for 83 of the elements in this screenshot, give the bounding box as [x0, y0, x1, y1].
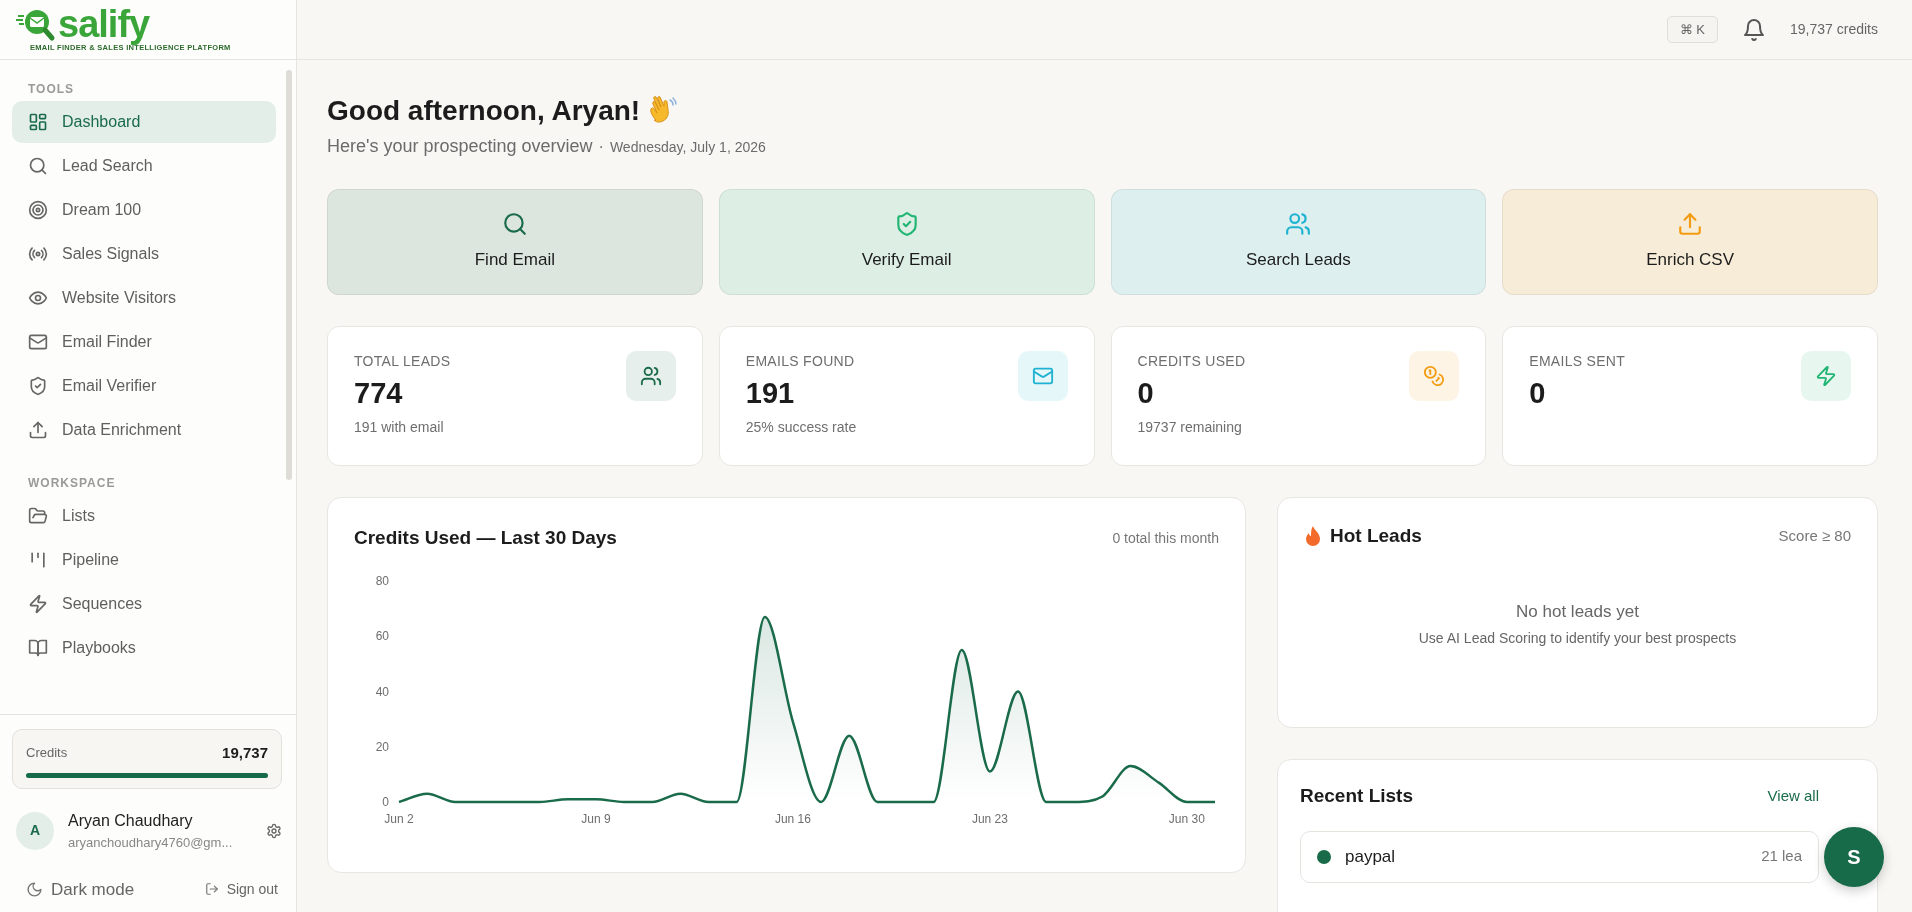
sidebar-item[interactable]: Data Enrichment [12, 408, 276, 452]
sidebar-item[interactable]: Playbooks [12, 626, 276, 670]
subtitle: Here's your prospecting overview [327, 135, 593, 158]
stat-label: EMAILS FOUND [745, 352, 856, 371]
stat-label: CREDITS USED [1137, 352, 1246, 371]
quick-action-card[interactable]: Verify Email [718, 189, 1095, 295]
sign-out-button[interactable]: Sign out [204, 878, 278, 900]
date-label: Wednesday, July 1, 2026 [609, 138, 766, 157]
user-name: Aryan Chaudhary [68, 811, 194, 831]
shortcut-key[interactable]: ⌘ K [1666, 15, 1719, 44]
columns-icon [28, 550, 48, 570]
upload-icon [28, 420, 48, 440]
y-tick-label: 0 [382, 794, 389, 809]
target-icon [28, 200, 48, 220]
lead-count: 21 lea [1761, 846, 1802, 867]
sidebar-item[interactable]: Sequences [12, 582, 276, 626]
waving-hand-icon [648, 96, 679, 126]
credits-value: 19,737 [222, 742, 268, 763]
sidebar-item[interactable]: Dashboard [12, 101, 276, 143]
signal-icon [28, 244, 48, 264]
stat-value: 774 [354, 376, 404, 411]
section-label: WORKSPACE [27, 475, 117, 492]
stat-value: 191 [745, 376, 796, 411]
section-label: TOOLS [27, 81, 76, 98]
credits-label: Credits [26, 744, 68, 762]
view-all-link[interactable]: View all [1767, 785, 1819, 808]
stat-value: 0 [1137, 376, 1155, 411]
stat-note: 191 with email [354, 417, 445, 437]
search-icon [28, 156, 48, 176]
x-tick-label: Jun 30 [1168, 811, 1205, 826]
separator: · [598, 137, 604, 157]
sidebar-item[interactable]: Dream 100 [12, 188, 276, 232]
quick-action-card[interactable]: Enrich CSV [1502, 189, 1878, 295]
chart-summary: 0 total this month [1112, 528, 1219, 548]
quick-action-card[interactable]: Find Email [327, 189, 703, 295]
shield-check-icon [28, 376, 48, 396]
quick-action-card[interactable]: Search Leads [1110, 189, 1487, 295]
user-email: aryanchoudhary4760@gm... [68, 834, 234, 852]
stat-value: 0 [1529, 376, 1547, 411]
sign-out-icon [204, 882, 219, 897]
lightning-icon [28, 594, 48, 614]
sidebar-item[interactable]: Email Verifier [12, 364, 276, 408]
list-row[interactable]: paypal 21 lea [1300, 830, 1819, 883]
recent-lists-title: Recent Lists [1300, 784, 1413, 808]
settings-icon [266, 822, 282, 839]
stat-label: TOTAL LEADS [354, 352, 451, 371]
sidebar-item[interactable]: Pipeline [12, 538, 276, 582]
x-tick-label: Jun 9 [581, 811, 611, 826]
flame-icon [1304, 525, 1322, 548]
y-tick-label: 40 [375, 684, 389, 698]
x-tick-label: Jun 23 [971, 811, 1008, 826]
empty-state-text: Use AI Lead Scoring to identify your best prospects [1418, 629, 1737, 648]
sidebar-item[interactable]: Email Finder [12, 320, 276, 364]
sidebar-item[interactable]: Website Visitors [12, 276, 276, 320]
y-tick-label: 20 [375, 739, 389, 754]
x-tick-label: Jun 2 [384, 811, 414, 826]
book-icon [28, 638, 48, 658]
greeting-title: Good afternoon, Aryan! [327, 94, 641, 128]
x-tick-label: Jun 16 [774, 811, 811, 826]
y-tick-label: 60 [375, 628, 389, 643]
stat-label: EMAILS SENT [1529, 352, 1626, 371]
chart-title: Credits Used — Last 30 Days [354, 526, 617, 550]
dark-mode-toggle[interactable]: Dark mode [26, 876, 135, 902]
sidebar-item[interactable]: Sales Signals [12, 232, 276, 276]
sidebar-item[interactable]: Lists [12, 494, 276, 538]
moon-icon [26, 880, 43, 898]
score-filter: Score ≥ 80 [1778, 526, 1851, 546]
empty-state-title: No hot leads yet [1516, 600, 1639, 623]
user-avatar: A [16, 811, 54, 850]
logo-text: salify [58, 4, 150, 43]
bell-icon [1742, 17, 1767, 42]
dashboard-icon [28, 112, 48, 132]
list-name: paypal [1345, 845, 1397, 868]
mail-icon [28, 332, 48, 352]
stat-note: 25% success rate [745, 417, 857, 437]
credits-balance: 19,737 credits [1790, 20, 1878, 39]
scrollbar[interactable] [286, 70, 292, 480]
folder-icon [28, 506, 48, 526]
stat-note: 19737 remaining [1137, 417, 1243, 437]
sidebar-item[interactable]: Lead Search [12, 144, 276, 188]
y-tick-label: 80 [375, 573, 389, 588]
hot-leads-title: Hot Leads [1330, 524, 1422, 548]
eye-icon [28, 288, 48, 308]
